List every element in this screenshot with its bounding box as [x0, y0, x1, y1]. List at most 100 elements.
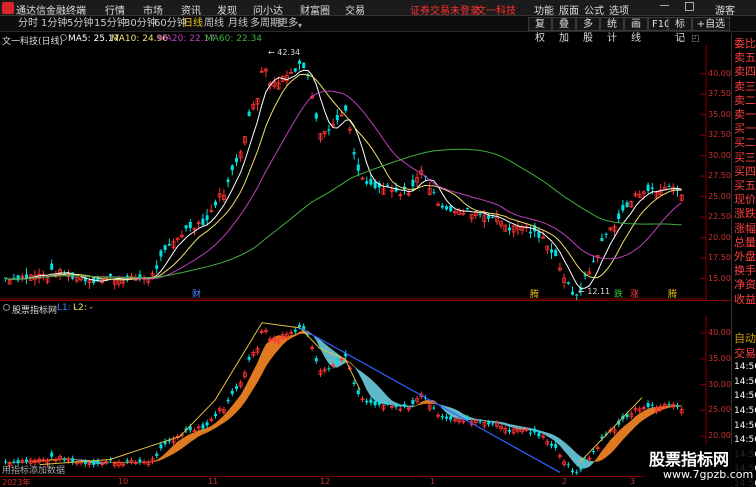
menu-item-quotes[interactable]: 行情	[105, 2, 125, 17]
main-y-label: 30.00	[708, 150, 731, 160]
ma60-line	[5, 148, 682, 281]
x-label-12: 12	[320, 477, 331, 486]
restore-icon[interactable]: ▫	[679, 34, 685, 44]
ma20-line	[5, 90, 682, 281]
menu-item-news[interactable]: 资讯	[181, 2, 201, 17]
band-segment	[605, 439, 611, 458]
band-segment	[248, 371, 254, 397]
band-segment	[471, 417, 477, 421]
side-panel-label: 14:56	[734, 406, 756, 416]
more-chevron-icon[interactable]: ▾	[298, 21, 302, 30]
app-name: 通达信金融终端	[16, 6, 86, 17]
side-panel-label: 买五	[734, 179, 756, 192]
ind-candle-down	[491, 423, 495, 425]
ind-candle-down	[356, 390, 360, 395]
band-segment	[563, 441, 569, 456]
draw-line-button[interactable]: 画线	[624, 17, 648, 44]
band-segment	[257, 352, 262, 382]
side-panel-label: 买四	[734, 164, 756, 178]
candle-body-down	[369, 179, 373, 185]
menu-item-trade[interactable]: 交易	[345, 2, 365, 17]
low-price-label: ← 12.11	[578, 287, 610, 296]
settings-circle-icon[interactable]	[60, 34, 67, 41]
indicator-chart	[4, 315, 707, 475]
band-segment	[647, 407, 653, 418]
band-segment	[589, 460, 594, 468]
main-y-label: 32.50	[708, 130, 731, 140]
band-segment	[358, 369, 363, 381]
band-segment	[559, 438, 565, 452]
maximize-icon[interactable]	[685, 2, 694, 11]
main-y-label: 37.50	[708, 89, 731, 99]
period-more[interactable]: 更多	[276, 17, 300, 31]
side-panel-label[interactable]: 自动	[734, 332, 756, 345]
candle-body-down	[650, 187, 654, 189]
band-segment	[253, 363, 258, 390]
ind-candle-down	[508, 429, 511, 432]
band-segment	[408, 405, 414, 408]
ind-candle-down	[667, 403, 671, 405]
ind-candle-down	[235, 386, 238, 389]
overlay-button[interactable]: 叠加	[552, 17, 576, 44]
menu-item-discover[interactable]: 发现	[217, 2, 237, 17]
band-segment	[597, 450, 603, 462]
mark-button[interactable]: 标记	[668, 17, 692, 44]
candle-body-down	[230, 165, 234, 171]
rights-adjust-button[interactable]: 复权	[528, 17, 552, 44]
multi-stock-button[interactable]: 多股	[576, 17, 600, 44]
side-panel-label: 涨跌	[734, 207, 756, 221]
period-5min[interactable]: 5分钟	[65, 17, 95, 31]
band-segment	[290, 333, 296, 339]
candle-body-down	[327, 129, 331, 131]
ind-candle-down	[537, 432, 541, 437]
ind-candle-down	[62, 459, 66, 461]
menu-item-function[interactable]: 功能	[534, 2, 554, 17]
ind-candle-down	[205, 422, 209, 426]
login-status[interactable]: 证券交易未登录	[410, 2, 480, 17]
ind-y-label: 20.00	[708, 431, 731, 441]
menu-item-formula[interactable]: 公式	[584, 2, 604, 17]
band-segment	[349, 361, 355, 368]
band-segment	[568, 445, 573, 462]
candle-body-down	[163, 245, 167, 250]
band-segment	[215, 419, 220, 429]
guest-label[interactable]: 游客	[715, 2, 735, 17]
main-y-label: 40.00	[708, 68, 731, 78]
period-toolbar: 分时 1分钟 5分钟 15分钟 30分钟 60分钟 日线 周线 月线 多周期 更…	[0, 16, 756, 44]
candle-body-down	[537, 231, 541, 238]
menu-item-ask[interactable]: 问小达	[253, 2, 283, 17]
expand-icon[interactable]: ◰	[691, 34, 700, 44]
band-segment	[626, 420, 632, 436]
ma5-line	[5, 69, 682, 290]
x-label-10: 10	[118, 477, 129, 486]
period-monthly[interactable]: 月线	[226, 17, 250, 31]
ind-candle-down	[487, 422, 490, 425]
menu-item-market[interactable]: 市场	[143, 2, 163, 17]
candle-body-down	[356, 164, 360, 171]
band-segment	[601, 445, 607, 461]
period-tick[interactable]: 分时	[16, 17, 40, 31]
band-segment	[198, 428, 204, 437]
side-panel-label: 14:56	[734, 391, 756, 402]
candle-body-down	[302, 62, 306, 69]
statistics-button[interactable]: 统计	[600, 17, 624, 44]
band-segment	[328, 346, 334, 368]
side-panel-label[interactable]: 交易	[734, 347, 756, 360]
add-watchlist-button[interactable]: +自选	[692, 17, 730, 31]
side-panel-label: 卖二	[734, 93, 756, 107]
minimize-icon[interactable]	[660, 5, 669, 6]
menu-item-layout[interactable]: 版面	[559, 2, 579, 17]
candle-body-down	[184, 225, 188, 229]
side-panel-label: 委比	[734, 37, 756, 50]
period-weekly[interactable]: 周线	[202, 17, 226, 31]
menu-item-options[interactable]: 选项	[609, 2, 629, 17]
band-segment	[379, 386, 384, 405]
ind-candle-down	[293, 329, 297, 332]
band-segment	[295, 331, 300, 337]
band-segment	[30, 460, 36, 463]
indicator-settings-icon[interactable]	[3, 304, 10, 311]
f10-button[interactable]: F10	[648, 17, 670, 31]
moving-averages	[5, 69, 682, 290]
menu-item-wealth[interactable]: 财富圈	[300, 2, 330, 17]
band-segment	[652, 407, 657, 415]
